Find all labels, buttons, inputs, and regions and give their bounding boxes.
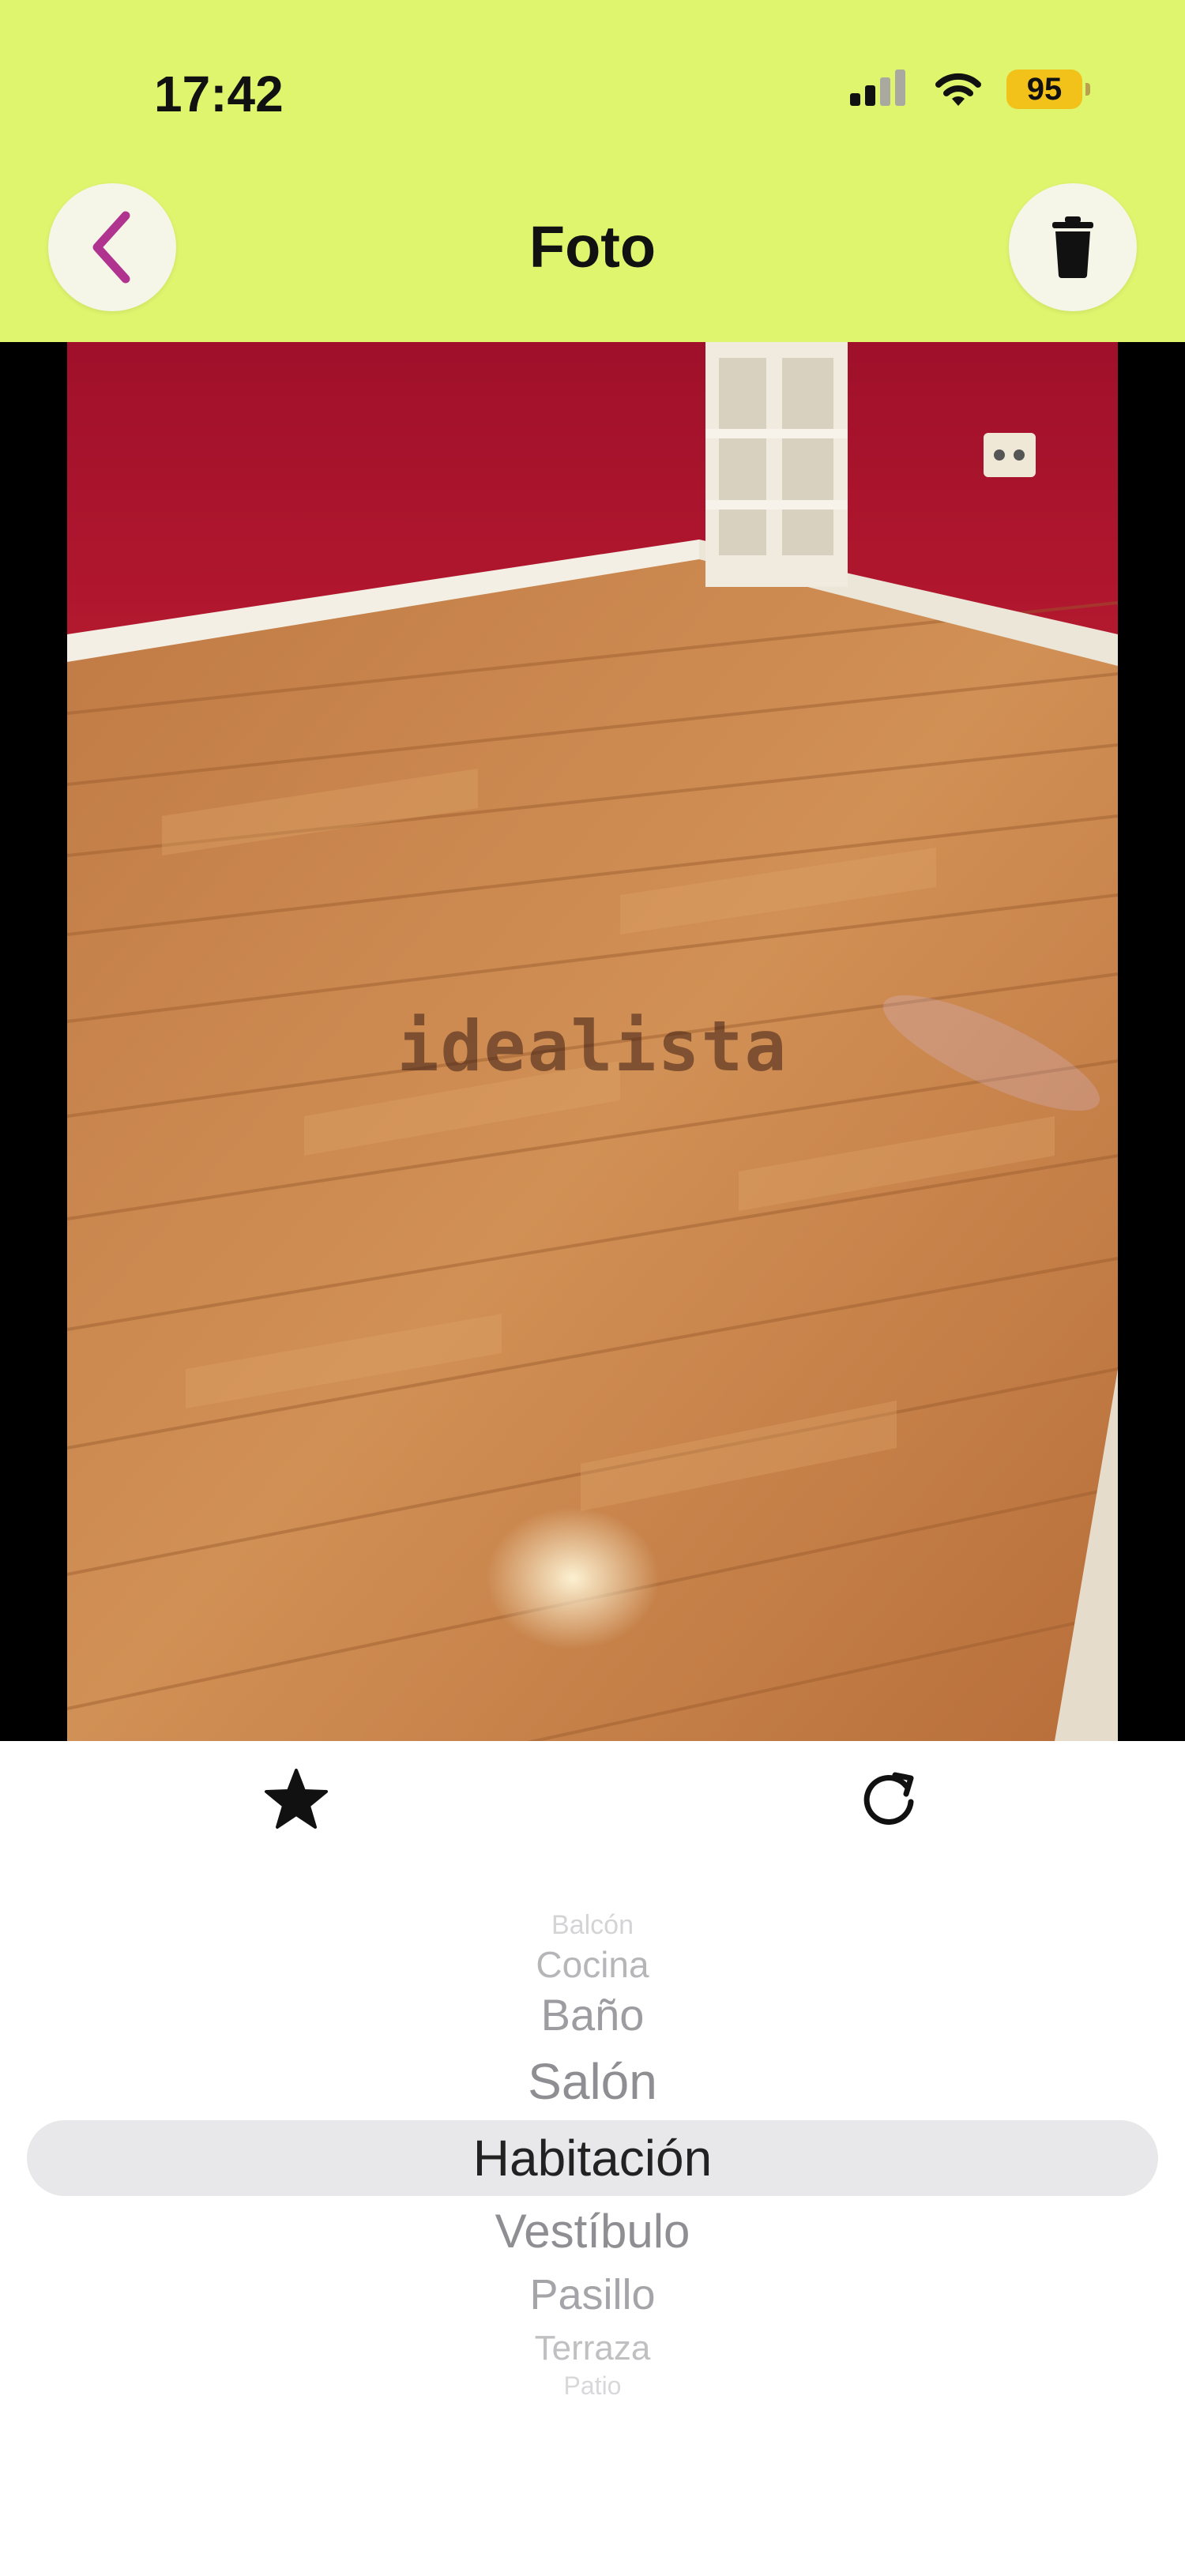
battery-indicator: 95 [1006,70,1090,109]
top-bar: 17:42 95 Foto [0,0,1185,342]
picker-item[interactable]: Salón [0,2052,1185,2111]
watermark-text: idealista [397,1006,788,1087]
favorite-button[interactable] [261,1763,332,1834]
picker-item[interactable]: Baño [0,1989,1185,2040]
picker-item[interactable]: Balcón [0,1910,1185,1941]
picker-item[interactable]: Patio [0,2371,1185,2401]
rotate-button[interactable] [853,1763,924,1834]
status-icons: 95 [848,70,1090,109]
picker-item[interactable]: Cocina [0,1943,1185,1986]
picker-item[interactable]: Pasillo [0,2270,1185,2319]
rotate-icon [863,1772,914,1825]
picker-item-selected[interactable]: Habitación [0,2129,1185,2187]
status-time: 17:42 [154,66,284,122]
cellular-signal-icon [850,70,905,106]
photo-viewer: idealista [0,342,1185,1741]
room-type-picker[interactable]: Balcón Cocina Baño Salón Habitación Vest… [0,1904,1185,2409]
wifi-icon [935,73,981,106]
trash-icon [1052,216,1093,278]
page-title: Foto [529,214,656,280]
star-icon [265,1769,328,1829]
property-photo[interactable]: idealista [67,342,1118,1741]
picker-item[interactable]: Terraza [0,2329,1185,2368]
picker-item[interactable]: Vestíbulo [0,2204,1185,2258]
delete-button[interactable] [1009,183,1137,311]
